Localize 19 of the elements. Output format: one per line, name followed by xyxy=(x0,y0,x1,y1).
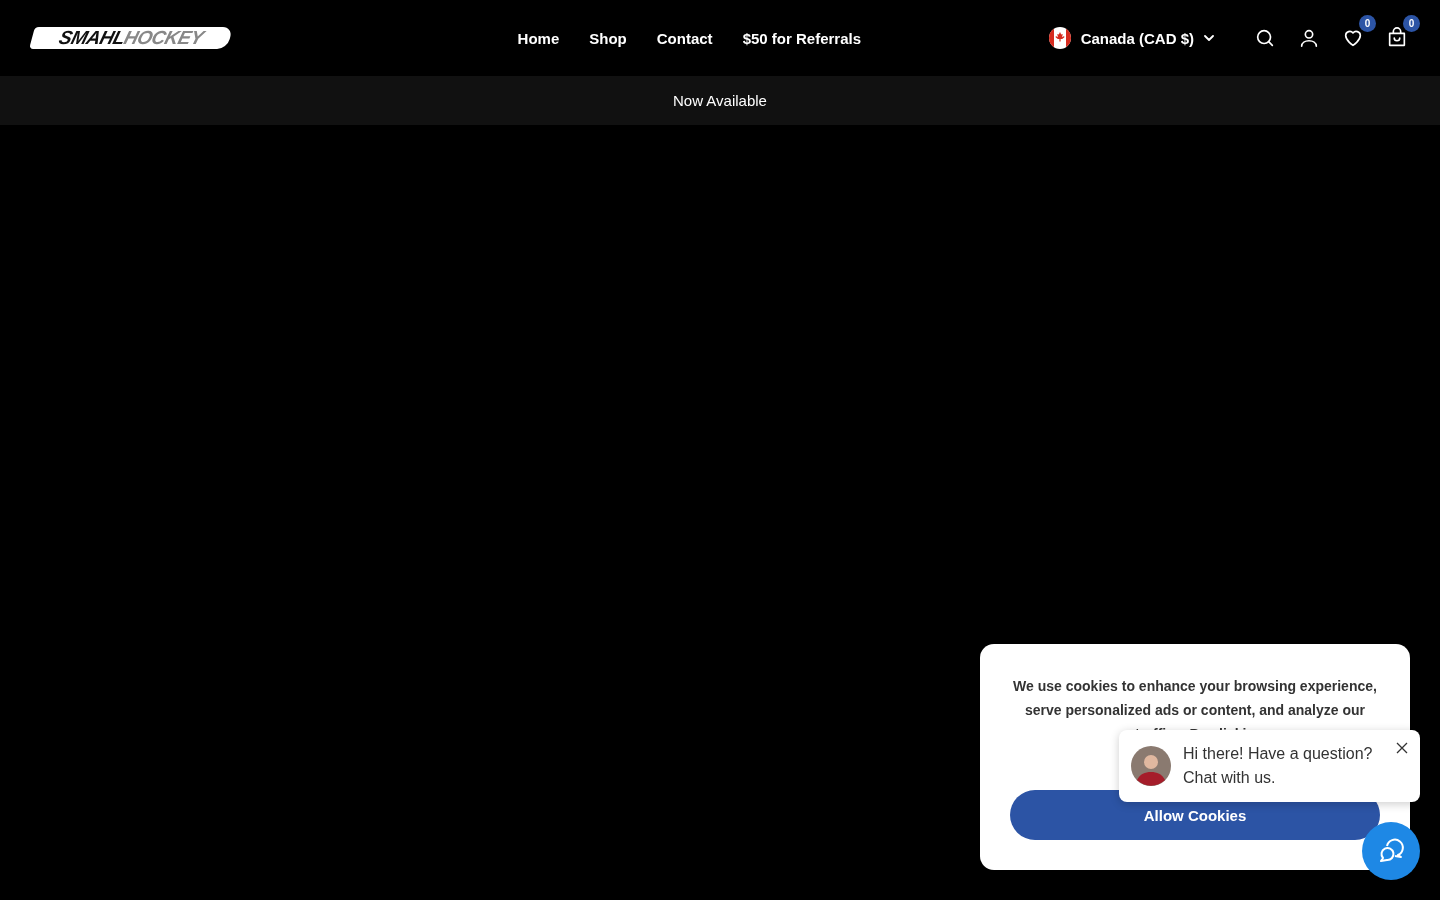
count-badge: 0 xyxy=(1359,15,1376,32)
nav-link[interactable]: Shop xyxy=(589,29,627,47)
nav-link[interactable]: $50 for Referrals xyxy=(742,29,862,47)
nav-link[interactable]: Home xyxy=(517,29,560,47)
currency-selector[interactable]: Canada (CAD $) xyxy=(1048,27,1214,49)
nav-link[interactable]: Contact xyxy=(656,29,713,47)
avatar-icon xyxy=(1131,746,1171,786)
chevron-down-icon xyxy=(1204,35,1214,41)
chat-message: Chat with us. xyxy=(1183,768,1277,788)
count-badge: 0 xyxy=(1403,15,1420,32)
flag-icon xyxy=(1048,27,1071,49)
cart-button[interactable] xyxy=(1386,27,1408,49)
logo[interactable]: SMAHLHOCKEY xyxy=(29,27,233,49)
close-button[interactable] xyxy=(1396,742,1408,754)
search-button[interactable] xyxy=(1254,27,1276,49)
chat-message: Hi there! Have a question? xyxy=(1183,744,1374,764)
announcement-text: Now Available xyxy=(673,92,767,109)
account-button[interactable] xyxy=(1298,27,1320,49)
chat-bubbles-icon xyxy=(1377,837,1405,865)
